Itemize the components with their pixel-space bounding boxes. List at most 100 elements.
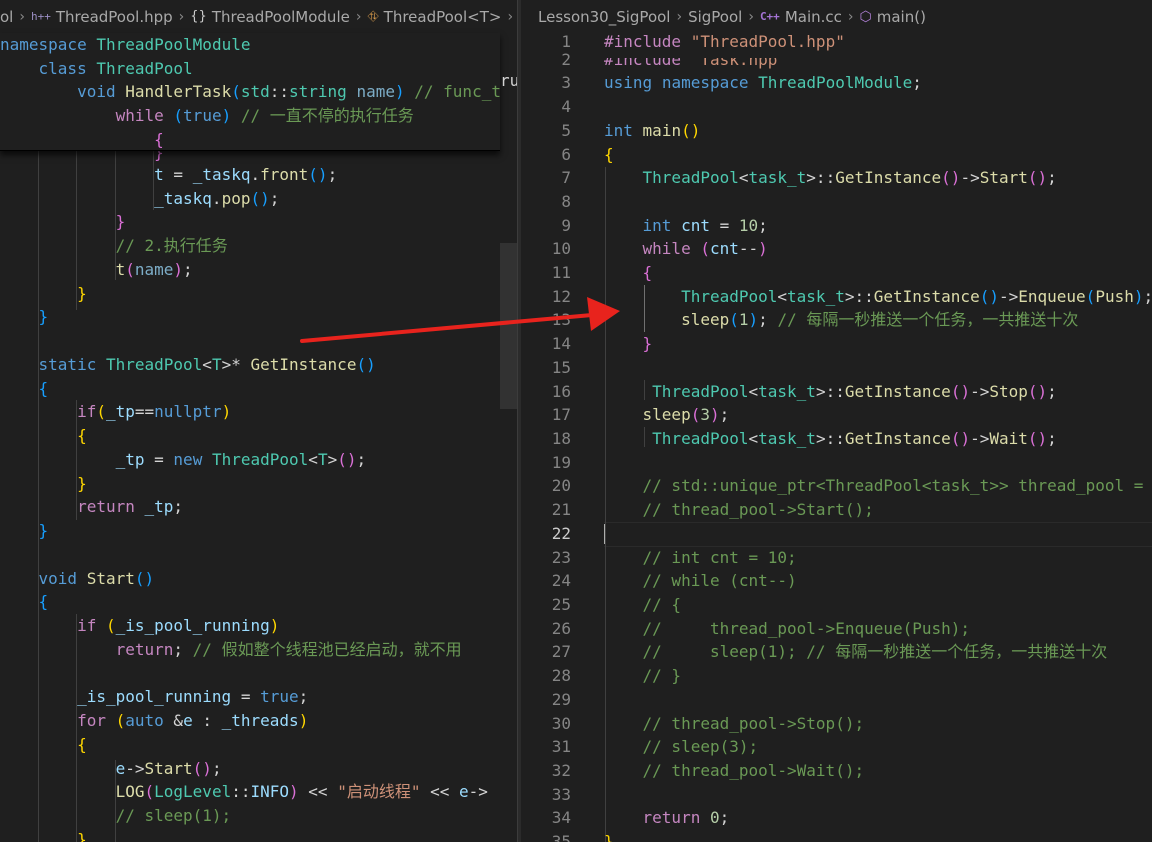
breadcrumb-item-namespace[interactable]: {} ThreadPoolModule [190, 8, 350, 26]
code-line[interactable]: } [0, 210, 126, 234]
code-line[interactable]: t = _taskq.front(); [0, 163, 337, 187]
code-line[interactable]: #include "ThreadPool.hpp" [604, 30, 845, 54]
line-number: 28 [551, 666, 571, 685]
code-line[interactable]: // int cnt = 10; [604, 546, 797, 570]
sticky-line[interactable]: while (true) // 一直不停的执行任务 [0, 104, 414, 128]
code-line[interactable]: LOG(LogLevel::INFO) << "启动线程" << e-> [0, 780, 488, 804]
line-number: 25 [551, 595, 571, 614]
code-line[interactable]: _is_pool_running = true; [0, 685, 308, 709]
code-line[interactable]: int main() [604, 119, 700, 143]
code-line[interactable]: // 2.执行任务 [0, 234, 228, 258]
breadcrumb-label: ThreadPool.hpp [55, 7, 173, 26]
line-number: 32 [551, 761, 571, 780]
right-editor-pane[interactable]: Lesson30_SigPool › SigPool › C++ Main.cc… [521, 0, 1152, 842]
line-number: 31 [551, 737, 571, 756]
code-line[interactable]: // thread_pool->Start(); [604, 498, 874, 522]
code-line[interactable]: return 0; [604, 806, 730, 830]
code-line[interactable]: // thread_pool->Enqueue(Push); [604, 617, 971, 641]
code-line[interactable]: t(name); [0, 258, 193, 282]
line-number: 21 [551, 500, 571, 519]
breadcrumb-item-file[interactable]: C++ Main.cc [760, 8, 842, 26]
code-line[interactable]: ThreadPool<task_t>::GetInstance()->Wait(… [604, 427, 1057, 451]
code-line[interactable]: sleep(1); // 每隔一秒推送一个任务，一共推送十次 [604, 308, 1078, 332]
code-line[interactable]: // sleep(3); [604, 735, 759, 759]
code-line[interactable]: { [0, 377, 49, 401]
chevron-right-icon: › [355, 8, 362, 25]
code-line[interactable]: } [604, 332, 653, 356]
code-line[interactable]: int cnt = 10; [604, 214, 768, 238]
line-number: 7 [561, 168, 571, 187]
code-line[interactable]: if(_tp==nullptr) [0, 400, 231, 424]
breadcrumb-item-folder[interactable]: Lesson30_SigPool [538, 8, 670, 26]
sticky-scroll-header[interactable]: namespace ThreadPoolModule class ThreadP… [0, 33, 501, 152]
right-breadcrumb: Lesson30_SigPool › SigPool › C++ Main.cc… [521, 0, 1152, 33]
code-line[interactable]: } [0, 282, 87, 306]
breadcrumb-label: Lesson30_SigPool [538, 7, 671, 26]
line-number: 18 [551, 429, 571, 448]
sticky-line[interactable]: namespace ThreadPoolModule [0, 33, 250, 57]
line-number: 5 [561, 121, 571, 140]
sticky-line[interactable]: { [0, 128, 164, 152]
code-line[interactable]: } [0, 472, 87, 496]
line-number: 12 [551, 287, 571, 306]
code-line[interactable]: { [0, 590, 49, 614]
line-number: 14 [551, 334, 571, 353]
breadcrumb-item-folder[interactable]: ol [0, 8, 13, 26]
line-number: 35 [551, 832, 571, 842]
code-line[interactable]: static ThreadPool<T>* GetInstance() [0, 353, 376, 377]
code-line[interactable]: { [0, 424, 87, 448]
line-number: 23 [551, 548, 571, 567]
chevron-right-icon: › [847, 8, 854, 25]
code-line[interactable]: while (cnt--) [604, 237, 768, 261]
code-line[interactable]: // thread_pool->Wait(); [604, 759, 865, 783]
class-symbol-icon: ⛗ [367, 8, 379, 25]
code-line[interactable]: void Start() [0, 567, 155, 591]
breadcrumb-item-class[interactable]: ⛗ ThreadPool<T> [367, 8, 501, 26]
code-line[interactable]: _tp = new ThreadPool<T>(); [0, 448, 367, 472]
line-number: 3 [561, 73, 571, 92]
code-line[interactable]: ThreadPool<task_t>::GetInstance()->Stop(… [604, 380, 1057, 404]
code-line[interactable]: // std::unique_ptr<ThreadPool<task_t>> t… [604, 474, 1152, 498]
code-line[interactable]: // } [604, 664, 682, 688]
breadcrumb-label: ol [0, 7, 14, 26]
left-editor-pane[interactable]: ol › h++ ThreadPool.hpp › {} ThreadPoolM… [0, 0, 517, 842]
code-line[interactable]: if (_is_pool_running) [0, 614, 279, 638]
code-line[interactable]: } [0, 305, 49, 329]
breadcrumb-label: ThreadPoolModule [211, 7, 350, 26]
breadcrumb-item-folder[interactable]: SigPool [688, 8, 742, 26]
line-number: 20 [551, 476, 571, 495]
code-line[interactable]: // { [604, 593, 682, 617]
code-line[interactable]: // sleep(1); // 每隔一秒推送一个任务，一共推送十次 [604, 640, 1108, 664]
line-number: 11 [551, 263, 571, 282]
code-token: namespace [0, 35, 87, 54]
code-line[interactable]: // while (cnt--) [604, 569, 797, 593]
code-line[interactable]: _taskq.pop(); [0, 187, 279, 211]
code-line[interactable]: { [604, 261, 653, 285]
code-line[interactable]: return; // 假如整个线程池已经启动，就不用 [0, 638, 462, 662]
code-line[interactable]: sleep(3); [604, 403, 730, 427]
vertical-scrollbar-thumb[interactable] [500, 243, 517, 409]
sticky-line[interactable]: void HandlerTask(std::string name) // fu… [0, 80, 501, 104]
line-number: 29 [551, 690, 571, 709]
left-breadcrumb: ol › h++ ThreadPool.hpp › {} ThreadPoolM… [0, 0, 517, 33]
breadcrumb-label: ThreadPool<T> [383, 7, 502, 26]
code-line[interactable]: return _tp; [0, 495, 183, 519]
code-line[interactable]: ThreadPool<task_t>::GetInstance()->Start… [604, 166, 1057, 190]
code-line[interactable]: } [0, 519, 49, 543]
code-line[interactable]: for (auto &e : _threads) [0, 709, 308, 733]
breadcrumb-item-function[interactable]: ⬡ main() [860, 8, 926, 26]
line-number: 4 [561, 97, 571, 116]
code-line[interactable]: // thread_pool->Stop(); [604, 712, 865, 736]
line-number: 2 [561, 50, 571, 69]
code-line[interactable]: e->Start(); [0, 757, 222, 781]
code-line[interactable]: using namespace ThreadPoolModule; [604, 71, 922, 95]
sticky-line[interactable]: class ThreadPool [0, 57, 193, 81]
code-line[interactable]: ThreadPool<task_t>::GetInstance()->Enque… [604, 285, 1152, 309]
code-line[interactable]: { [0, 733, 87, 757]
code-line[interactable]: { [604, 143, 614, 167]
code-line[interactable]: // sleep(1); [0, 804, 232, 828]
code-line[interactable]: } [0, 828, 87, 842]
chevron-right-icon: › [748, 8, 754, 25]
code-line[interactable]: } [604, 830, 614, 842]
breadcrumb-item-file[interactable]: h++ ThreadPool.hpp [31, 8, 173, 26]
